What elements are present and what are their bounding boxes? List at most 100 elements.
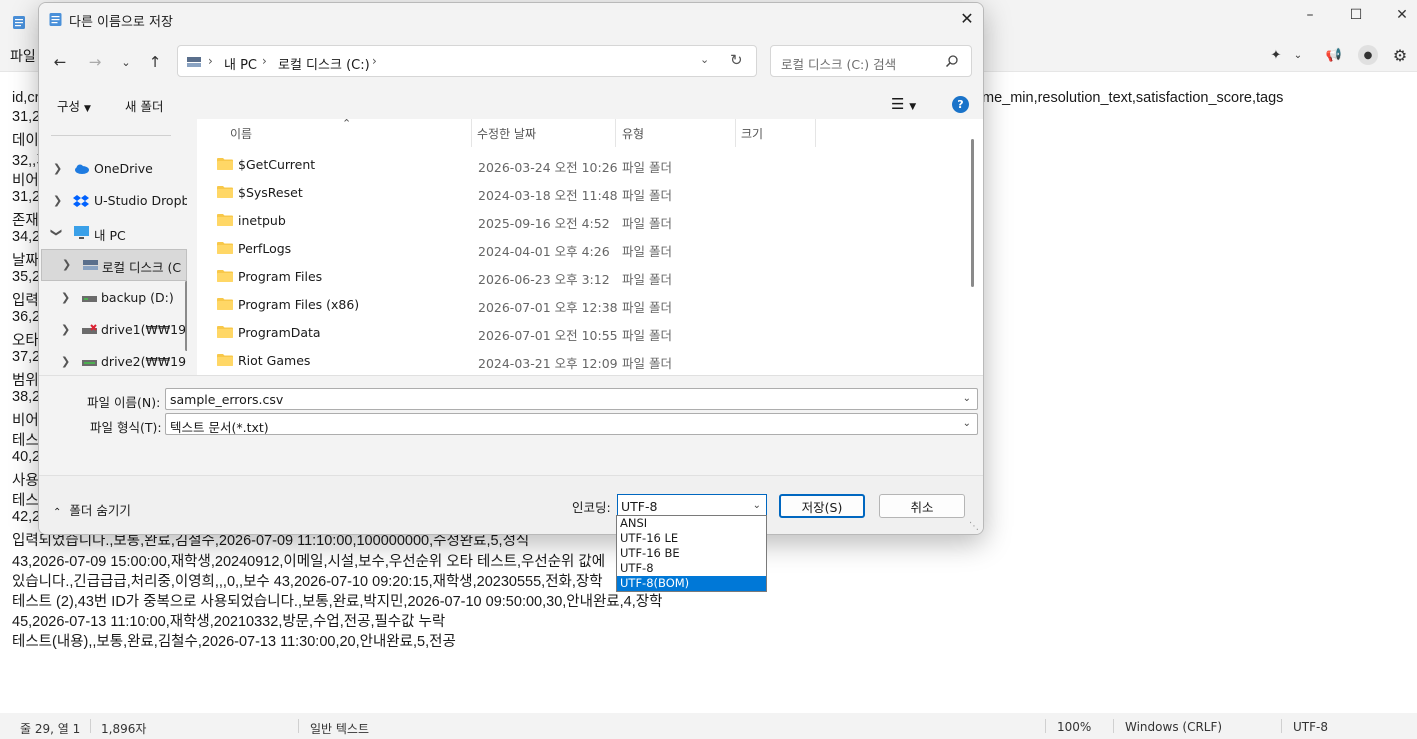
file-row[interactable]: inetpub 2025-09-16 오전 4:52 파일 폴더	[197, 207, 957, 235]
editor-line: 있습니다.,긴급급급,처리중,이영희,,,0,,보수 43,2026-07-10…	[12, 574, 603, 590]
address-dropdown-chevron-icon[interactable]: ⌄	[700, 53, 709, 66]
account-icon[interactable]: ●	[1358, 45, 1378, 65]
encoding-option[interactable]: UTF-16 LE	[617, 531, 766, 546]
hide-folders-button[interactable]: ⌃ 폴더 숨기기	[53, 500, 131, 519]
nav-item-drive2[interactable]: ❯ drive2(₩₩192	[39, 347, 187, 375]
settings-gear-icon[interactable]: ⚙	[1390, 46, 1410, 65]
file-row[interactable]: $SysReset 2024-03-18 오전 11:48 파일 폴더	[197, 179, 957, 207]
column-date-modified[interactable]: 수정한 날짜	[477, 125, 536, 142]
search-icon	[945, 55, 958, 68]
nav-item-my-pc[interactable]: ❯ 내 PC	[39, 218, 187, 248]
folder-icon	[217, 298, 233, 310]
encoding-option[interactable]: UTF-8	[617, 561, 766, 576]
organize-menu-button[interactable]: 구성 ▼	[57, 96, 91, 115]
nav-item-drive1[interactable]: ❯ drive1(₩₩192	[39, 315, 187, 345]
refresh-icon[interactable]: ↻	[730, 51, 743, 69]
breadcrumb-chevron-icon: ›	[262, 54, 267, 68]
resize-grip-icon[interactable]: ⋱	[969, 521, 979, 532]
close-icon[interactable]: ✕	[951, 3, 983, 33]
expand-chevron-icon[interactable]: ❯	[61, 323, 70, 336]
nav-item-local-disk-c[interactable]: ❯ 로컬 디스크 (C	[41, 249, 187, 281]
editor-line: 40,2	[12, 449, 41, 465]
minimize-button[interactable]: –	[1286, 0, 1334, 30]
nav-item-onedrive[interactable]: ❯ OneDrive	[39, 154, 187, 184]
encoding-option[interactable]: ANSI	[617, 516, 766, 531]
status-encoding: UTF-8	[1293, 720, 1328, 734]
expand-chevron-icon[interactable]: ❯	[62, 258, 71, 271]
editor-line: id,cr	[12, 90, 40, 106]
breadcrumb-chevron-icon: ›	[208, 54, 213, 68]
chevron-down-icon[interactable]: ⌄	[1288, 46, 1308, 64]
file-row[interactable]: Riot Games 2024-03-21 오후 12:09 파일 폴더	[197, 347, 957, 375]
editor-line: 45,2026-07-13 11:10:00,재학생,20210332,방문,수…	[12, 614, 446, 630]
chevron-down-icon[interactable]: ⌄	[753, 500, 761, 511]
breadcrumb-my-pc[interactable]: 내 PC	[224, 54, 257, 73]
file-row[interactable]: Program Files (x86) 2026-07-01 오후 12:38 파일…	[197, 291, 957, 319]
save-as-dialog: 다른 이름으로 저장 ✕ ← → ⌄ ↑ › 내 PC › 로컬 디스크 (C:…	[38, 2, 984, 535]
filetype-select[interactable]: 텍스트 문서(*.txt) ⌄	[165, 413, 978, 435]
column-name[interactable]: 이름	[230, 125, 252, 142]
network-drive-icon	[82, 324, 97, 334]
nav-item-backup-d[interactable]: ❯ backup (D:)	[39, 283, 187, 313]
copilot-icon[interactable]: ✦	[1266, 46, 1286, 64]
chevron-down-icon[interactable]: ⌄	[963, 393, 971, 404]
breadcrumb-local-disk[interactable]: 로컬 디스크 (C:)	[278, 54, 370, 73]
nav-item-dropbox[interactable]: ❯ U-Studio Dropb	[39, 186, 187, 216]
up-arrow-icon[interactable]: ↑	[144, 51, 166, 73]
address-bar[interactable]: › 내 PC › 로컬 디스크 (C:) › ⌄ ↻	[177, 45, 757, 77]
cloud-icon	[75, 164, 89, 174]
folder-icon	[217, 270, 233, 282]
folder-icon	[217, 326, 233, 338]
expand-chevron-icon[interactable]: ❯	[53, 194, 62, 207]
megaphone-icon[interactable]: 📢	[1324, 46, 1344, 64]
window-close-button[interactable]: ✕	[1378, 0, 1417, 30]
column-size[interactable]: 크기	[741, 125, 763, 142]
maximize-button[interactable]: ☐	[1332, 0, 1380, 30]
file-row[interactable]: $GetCurrent 2026-03-24 오전 10:26 파일 폴더	[197, 151, 957, 179]
status-zoom[interactable]: 100%	[1057, 720, 1091, 734]
new-folder-button[interactable]: 새 폴더	[125, 96, 163, 115]
navigation-scrollbar[interactable]	[185, 281, 187, 351]
collapse-chevron-icon[interactable]: ❯	[50, 228, 63, 237]
notepad-app-icon	[13, 16, 25, 29]
dialog-title: 다른 이름으로 저장	[69, 15, 173, 30]
view-options-icon[interactable]: ☰ ▼	[891, 95, 916, 113]
chevron-up-icon: ⌃	[53, 507, 62, 518]
encoding-label: 인코딩:	[572, 500, 611, 515]
file-type: 파일 폴더	[622, 356, 672, 371]
help-icon[interactable]: ?	[952, 96, 969, 113]
menu-file[interactable]: 파일	[10, 46, 36, 66]
column-type[interactable]: 유형	[622, 125, 644, 142]
file-row[interactable]: PerfLogs 2024-04-01 오후 4:26 파일 폴더	[197, 235, 957, 263]
filename-input[interactable]: sample_errors.csv ⌄	[165, 388, 978, 410]
cancel-button[interactable]: 취소	[879, 494, 965, 518]
save-button[interactable]: 저장(S)	[779, 494, 865, 518]
forward-arrow-icon[interactable]: →	[84, 51, 106, 73]
expand-chevron-icon[interactable]: ❯	[61, 291, 70, 304]
encoding-value: UTF-8	[621, 499, 658, 514]
expand-chevron-icon[interactable]: ❯	[61, 355, 70, 368]
chevron-down-icon[interactable]: ⌄	[963, 418, 971, 429]
hide-folders-label: 폴더 숨기기	[69, 503, 131, 518]
editor-line: 38,2	[12, 389, 41, 405]
editor-line: 날짜	[12, 253, 39, 269]
file-row[interactable]: ProgramData 2026-07-01 오전 10:55 파일 폴더	[197, 319, 957, 347]
search-box[interactable]: 로컬 디스크 (C:) 검색	[770, 45, 972, 77]
editor-line: 테스	[12, 433, 39, 449]
file-list-scrollbar[interactable]	[971, 139, 974, 287]
dialog-command-bar: 구성 ▼ 새 폴더 ☰ ▼ ?	[39, 87, 983, 121]
file-name: $GetCurrent	[238, 157, 316, 172]
status-format: 일반 텍스트	[310, 722, 370, 736]
save-form: 파일 이름(N): sample_errors.csv ⌄ 파일 형식(T): …	[39, 375, 983, 475]
dialog-footer: ⌃ 폴더 숨기기 인코딩: UTF-8 ⌄ 저장(S) 취소 ⋱	[39, 475, 983, 534]
recent-locations-chevron-icon[interactable]: ⌄	[115, 51, 137, 73]
file-row[interactable]: Program Files 2026-06-23 오후 3:12 파일 폴더	[197, 263, 957, 291]
dialog-navigation-bar: ← → ⌄ ↑ › 내 PC › 로컬 디스크 (C:) › ⌄ ↻ 로컬 디스…	[39, 39, 983, 83]
encoding-option[interactable]: UTF-8(BOM)	[617, 576, 766, 591]
back-arrow-icon[interactable]: ←	[49, 51, 71, 73]
encoding-option[interactable]: UTF-16 BE	[617, 546, 766, 561]
expand-chevron-icon[interactable]: ❯	[53, 162, 62, 175]
editor-line: 테스트 (2),43번 ID가 중복으로 사용되었습니다.,보통,완료,박지민,…	[12, 594, 663, 610]
breadcrumb-chevron-icon[interactable]: ›	[372, 54, 377, 68]
editor-line: 데이	[12, 133, 39, 149]
